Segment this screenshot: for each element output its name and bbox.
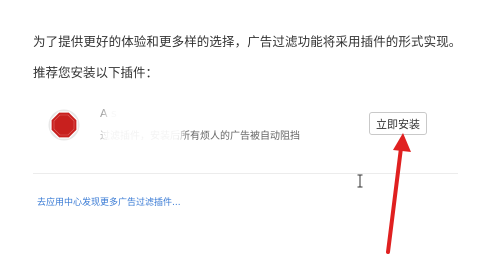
recommend-label: 推荐您安装以下插件： [33,65,159,80]
more-plugins-link[interactable]: 去应用中心发现更多广告过滤插件... [37,195,181,208]
plugin-row: A s 过滤插件，安装后所有烦人的广告被自动阻挡 立即安装 [33,93,458,174]
install-button[interactable]: 立即安装 [369,112,427,135]
stop-sign-icon [48,109,80,141]
text-cursor-icon [357,174,363,188]
redaction-mask [106,124,178,142]
adblock-settings-panel: 为了提供更好的体验和更多样的选择，广告过滤功能将采用插件的形式实现。 推荐您安装… [0,0,489,280]
redaction-mask [111,103,153,119]
intro-text: 为了提供更好的体验和更多样的选择，广告过滤功能将采用插件的形式实现。 [33,34,462,49]
